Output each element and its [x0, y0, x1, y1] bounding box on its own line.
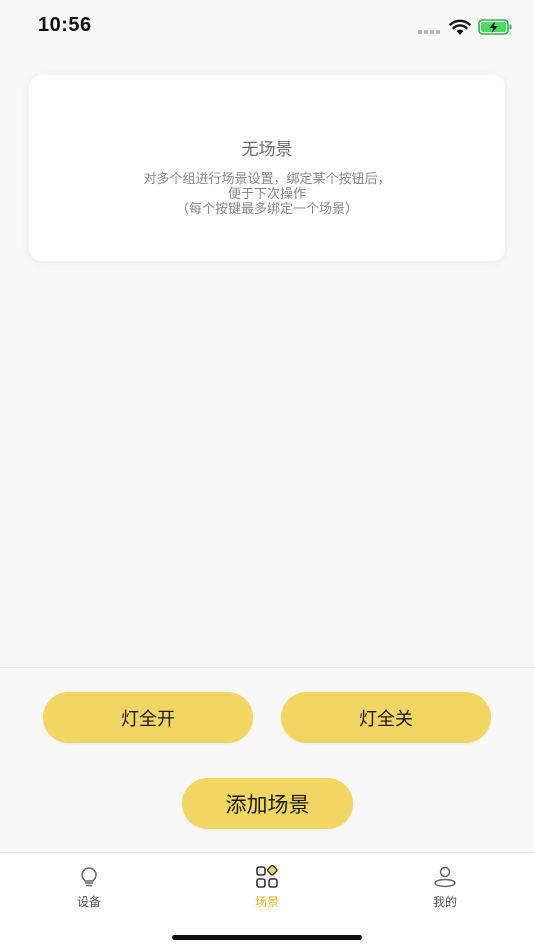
tab-mine[interactable]: 我的 — [385, 853, 505, 923]
tab-mine-label: 我的 — [432, 895, 457, 909]
tab-scenes[interactable]: 场景 — [207, 853, 327, 923]
empty-state-description-line: 便于下次操作 — [227, 187, 306, 202]
status-time: 10:56 — [38, 14, 92, 36]
wifi-icon — [449, 19, 471, 35]
action-area-divider — [0, 667, 534, 668]
empty-state-description-line: 对多个组进行场景设置，绑定某个按钮后， — [143, 172, 391, 187]
empty-state-description: 对多个组进行场景设置，绑定某个按钮后， 便于下次操作 （每个按键最多绑定一个场景… — [29, 172, 505, 217]
add-scene-button[interactable]: 添加场景 — [182, 778, 353, 829]
cellular-signal-icon — [418, 30, 444, 36]
tab-devices[interactable]: 设备 — [29, 853, 149, 923]
all-lights-on-button[interactable]: 灯全开 — [43, 692, 253, 743]
empty-state-description-line: （每个按键最多绑定一个场景） — [175, 202, 358, 217]
tab-devices-label: 设备 — [76, 895, 101, 909]
bulb-icon — [81, 867, 97, 887]
scene-grid-icon — [256, 864, 278, 888]
home-indicator[interactable] — [172, 935, 362, 940]
person-icon — [434, 866, 456, 888]
empty-scene-card: 无场景 对多个组进行场景设置，绑定某个按钮后， 便于下次操作 （每个按键最多绑定… — [29, 75, 505, 261]
battery-charging-icon — [478, 19, 512, 35]
empty-state-title: 无场景 — [241, 140, 293, 160]
status-bar: 10:56 — [0, 0, 534, 52]
all-lights-off-button[interactable]: 灯全关 — [281, 692, 491, 743]
tab-scenes-label: 场景 — [254, 895, 279, 909]
app-screen: 10:56 无场景 对多个组进行场景设置，绑定某个按钮后， 便于下次操作 （每个… — [0, 0, 534, 950]
